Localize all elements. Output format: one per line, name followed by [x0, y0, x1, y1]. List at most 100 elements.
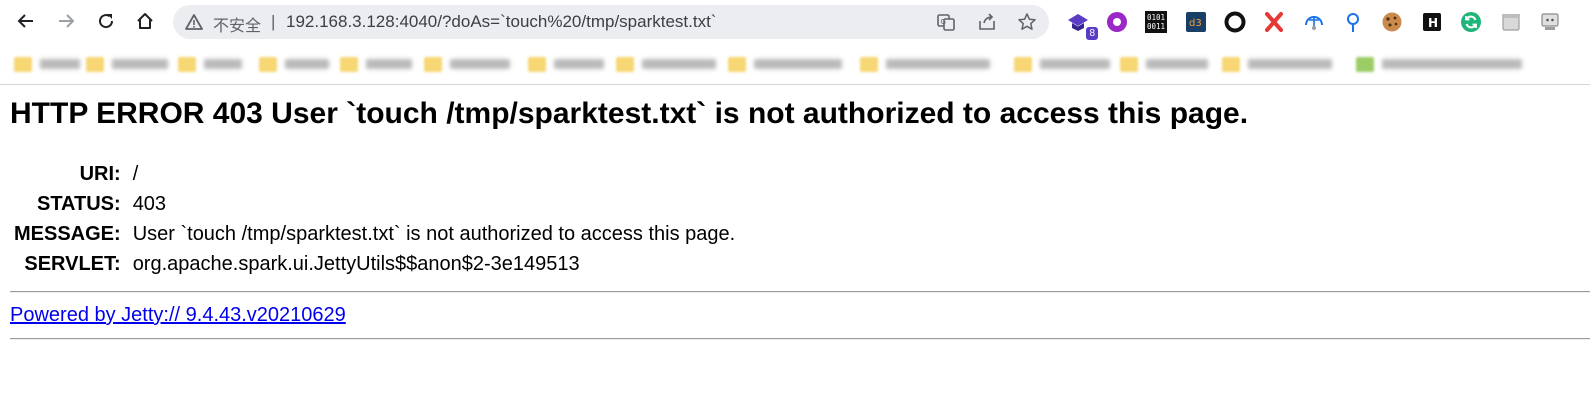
- extension-profile[interactable]: [1538, 10, 1562, 34]
- folder-icon: [1222, 56, 1240, 72]
- arrow-left-icon: [17, 14, 33, 28]
- location-pin-icon: [1347, 13, 1359, 32]
- bookmark-folder[interactable]: [1356, 53, 1522, 75]
- bookmark-folder[interactable]: [86, 53, 168, 75]
- ring-icon: [1224, 11, 1246, 33]
- extension-purple[interactable]: [1105, 10, 1129, 34]
- share-icon[interactable]: [977, 12, 997, 32]
- extension-badge-count: 8: [1086, 27, 1098, 40]
- url-text[interactable]: 192.168.3.128:4040/?doAs=`touch%20/tmp/s…: [286, 12, 716, 32]
- extension-refresh[interactable]: [1459, 10, 1483, 34]
- bookmark-label-blurred: [450, 59, 510, 69]
- message-label: MESSAGE:: [14, 223, 121, 245]
- bookmark-folder[interactable]: [616, 53, 716, 75]
- extension-graduation-cap[interactable]: 8: [1066, 10, 1098, 40]
- bookmark-folder[interactable]: [259, 53, 329, 75]
- page-content: HTTP ERROR 403 User `touch /tmp/sparktes…: [0, 85, 1590, 404]
- bookmark-folder[interactable]: [528, 53, 604, 75]
- extension-binary[interactable]: 0101 0011: [1144, 10, 1168, 34]
- purple-circle-icon: [1107, 12, 1127, 32]
- warning-icon[interactable]: [185, 13, 203, 31]
- bookmark-label-blurred: [112, 59, 168, 69]
- bookmark-label-blurred: [1248, 59, 1332, 69]
- servlet-label: SERVLET:: [24, 253, 121, 275]
- status-value: 403: [132, 193, 167, 215]
- extension-globe[interactable]: [1302, 10, 1326, 34]
- folder-icon: [178, 56, 196, 72]
- bookmark-label-blurred: [554, 59, 604, 69]
- bookmark-label-blurred: [754, 59, 842, 69]
- message-value: User `touch /tmp/sparktest.txt` is not a…: [132, 223, 736, 245]
- svg-text:0101: 0101: [1147, 13, 1165, 22]
- uri-label: URI:: [79, 163, 121, 185]
- reload-button[interactable]: [91, 6, 121, 36]
- extension-cookie[interactable]: [1380, 10, 1404, 34]
- bookmark-folder[interactable]: [860, 53, 990, 75]
- bookmark-label-blurred: [1040, 59, 1110, 69]
- table-row: URI: /: [14, 162, 735, 187]
- folder-icon: [860, 56, 878, 72]
- folder-icon: [86, 56, 104, 72]
- folder-icon: [1014, 56, 1032, 72]
- bookmark-label-blurred: [204, 59, 242, 69]
- bookmark-label-blurred: [886, 59, 990, 69]
- bookmark-folder[interactable]: [1222, 53, 1332, 75]
- bookmark-folder[interactable]: [1120, 53, 1208, 75]
- uri-value: /: [132, 163, 139, 185]
- bookmark-folder[interactable]: [728, 53, 842, 75]
- bookmark-label-blurred: [366, 59, 412, 69]
- extension-ring[interactable]: [1223, 10, 1247, 34]
- table-row: MESSAGE: User `touch /tmp/sparktest.txt`…: [14, 222, 735, 247]
- bookmark-label-blurred: [1146, 59, 1208, 69]
- folder-icon: [1120, 56, 1138, 72]
- bookmark-folder[interactable]: [340, 53, 412, 75]
- powered-by-jetty-link[interactable]: Powered by Jetty:// 9.4.43.v20210629: [10, 304, 346, 327]
- bookmark-star-icon[interactable]: [1017, 12, 1037, 32]
- bookmark-folder[interactable]: [14, 53, 80, 75]
- folder-icon: [528, 56, 546, 72]
- arrow-right-icon: [59, 14, 75, 28]
- bookmark-label-blurred: [285, 59, 329, 69]
- bookmark-label-blurred: [40, 59, 80, 69]
- error-details-table: URI: / STATUS: 403 MESSAGE: User `touch …: [10, 157, 739, 282]
- forward-button[interactable]: [51, 6, 81, 36]
- servlet-value: org.apache.spark.ui.JettyUtils$$anon$2-3…: [132, 253, 580, 275]
- red-x-icon: [1265, 12, 1283, 32]
- svg-text:G: G: [941, 18, 946, 26]
- address-bar[interactable]: 不安全 | 192.168.3.128:4040/?doAs=`touch%20…: [173, 5, 1049, 39]
- table-row: STATUS: 403: [14, 192, 735, 217]
- security-status-label[interactable]: 不安全: [213, 12, 261, 36]
- page-title: HTTP ERROR 403 User `touch /tmp/sparktes…: [10, 97, 1249, 130]
- status-label: STATUS:: [36, 193, 121, 215]
- back-button[interactable]: [11, 6, 41, 36]
- table-row: SERVLET: org.apache.spark.ui.JettyUtils$…: [14, 252, 735, 277]
- bookmark-label-blurred: [1382, 59, 1522, 69]
- security-divider: |: [271, 12, 276, 31]
- bookmark-folder[interactable]: [424, 53, 510, 75]
- extension-location[interactable]: [1341, 10, 1365, 34]
- folder-icon: [259, 56, 277, 72]
- cookie-icon: [1382, 12, 1402, 32]
- folder-icon: [340, 56, 358, 72]
- h-icon: H: [1423, 13, 1441, 31]
- bookmarks-bar: [0, 44, 1590, 85]
- extension-box[interactable]: [1499, 10, 1523, 34]
- bookmark-label-blurred: [642, 59, 716, 69]
- browser-toolbar: 不安全 | 192.168.3.128:4040/?doAs=`touch%20…: [0, 0, 1590, 44]
- extension-d3[interactable]: d3: [1184, 10, 1208, 34]
- svg-text:H: H: [1428, 16, 1438, 30]
- extension-red-x[interactable]: [1262, 10, 1286, 34]
- refresh-circle-icon: [1461, 12, 1481, 32]
- translate-icon[interactable]: G: [936, 12, 956, 32]
- home-button[interactable]: [130, 6, 160, 36]
- d3-icon: d3: [1186, 12, 1206, 32]
- bookmark-folder[interactable]: [178, 53, 242, 75]
- extension-h[interactable]: H: [1420, 10, 1444, 34]
- folder-icon: [616, 56, 634, 72]
- bookmark-folder[interactable]: [1014, 53, 1110, 75]
- folder-icon: [14, 56, 32, 72]
- box-icon: [1502, 14, 1520, 31]
- svg-text:d3: d3: [1189, 18, 1202, 29]
- binary-icon: 0101 0011: [1145, 11, 1167, 33]
- home-icon: [137, 13, 153, 29]
